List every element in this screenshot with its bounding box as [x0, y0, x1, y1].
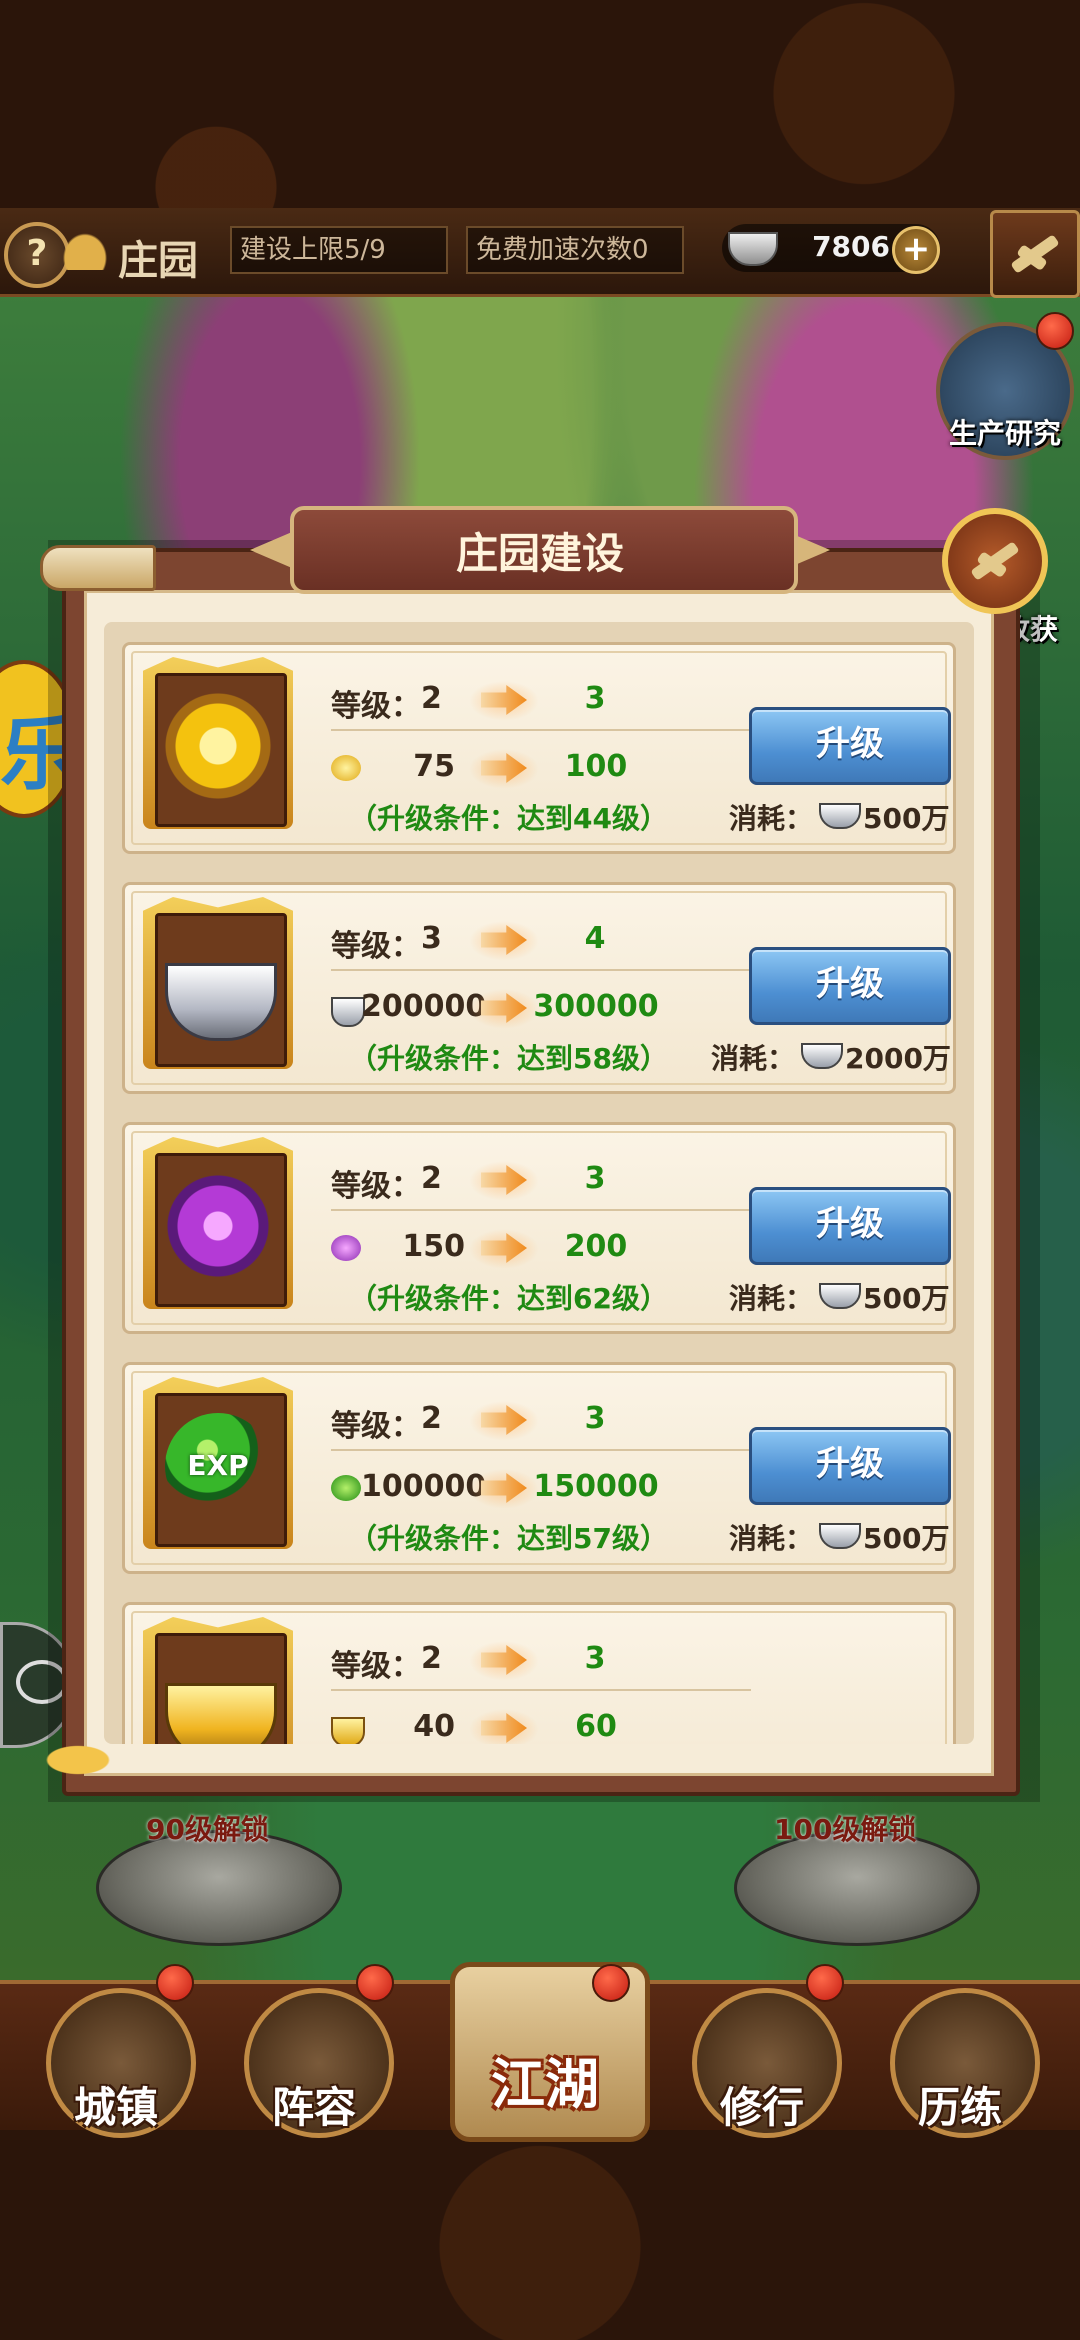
level-from: 2 — [421, 1641, 442, 1676]
cost-value: 500万 — [863, 1282, 950, 1315]
upgrade-button[interactable]: 升级 — [749, 1187, 951, 1265]
exp-orb-icon — [331, 1475, 361, 1501]
level-from: 3 — [421, 921, 442, 956]
level-to: 3 — [584, 681, 606, 716]
divider — [331, 1209, 751, 1211]
cost-label: 消耗： — [729, 1282, 814, 1315]
exit-button[interactable] — [990, 210, 1080, 298]
divider — [331, 1449, 751, 1451]
level-label: 等级： — [331, 1169, 421, 1204]
cost-value: 500万 — [863, 1522, 950, 1555]
hat-icon — [60, 230, 110, 270]
cost-label: 消耗： — [711, 1042, 796, 1075]
building-card-3: 等级： 2 3 150 200 （升级条件：达到62级） 升级 消耗： 500万 — [122, 1122, 956, 1334]
practice-notification-dot — [806, 1964, 844, 2002]
frame-corner-ornament — [40, 545, 156, 591]
building-card-2: 等级： 3 4 200000 300000 （升级条件：达到58级） 升级 消耗… — [122, 882, 956, 1094]
lock-label-left: 90级解锁 — [146, 1813, 269, 1846]
level-to: 3 — [584, 1161, 606, 1196]
level-label: 等级： — [331, 1409, 421, 1444]
nav-town-label: 城镇 — [73, 2083, 158, 2132]
divider — [331, 1689, 751, 1691]
town-notification-dot — [156, 1964, 194, 2002]
exp-orb-label: EXP — [187, 1449, 249, 1482]
purple-crystal-icon — [331, 1235, 361, 1261]
silver-ingot-icon — [819, 1523, 861, 1549]
value-from: 75 — [413, 749, 455, 784]
gold-ingot-icon — [331, 1717, 365, 1744]
research-notification-dot — [1036, 312, 1074, 350]
upgrade-condition: （升级条件：达到44级） — [349, 802, 668, 835]
cost-value: 2000万 — [845, 1042, 951, 1075]
level-to: 3 — [584, 1401, 606, 1436]
building-card-1: 等级： 2 3 75 100 （升级条件：达到44级） 升级 消耗： 500万 — [122, 642, 956, 854]
jianghu-notification-dot — [592, 1964, 630, 2002]
gold-spirit-icon — [331, 755, 361, 781]
value-to: 200 — [564, 1229, 628, 1264]
building-card-4: EXP 等级： 2 3 100000 150000 （升级条件：达到57级） 升… — [122, 1362, 956, 1574]
nav-lineup-label: 阵容 — [271, 2083, 356, 2132]
cost-label: 消耗： — [729, 802, 814, 835]
value-from: 100000 — [361, 1469, 487, 1504]
building-card-5: 等级： 2 3 40 60 — [122, 1602, 956, 1744]
value-from: 150 — [402, 1229, 465, 1264]
page-title: 庄园 — [118, 238, 198, 284]
value-to: 100 — [564, 749, 628, 784]
dialog-close-button[interactable] — [942, 508, 1048, 614]
value-to: 300000 — [533, 989, 659, 1024]
research-label: 生产研究 — [948, 417, 1061, 450]
frame-cloud-ornament — [34, 1730, 144, 1780]
level-label: 等级： — [331, 689, 421, 724]
value-from: 40 — [413, 1709, 455, 1744]
divider — [331, 969, 751, 971]
purple-crystal-icon — [165, 1173, 271, 1279]
silver-amount: 7806 — [812, 230, 890, 263]
level-from: 2 — [421, 1401, 442, 1436]
build-limit: 建设上限5/9 — [230, 226, 448, 274]
level-label: 等级： — [331, 929, 421, 964]
dialog-title: 庄园建设 — [455, 529, 624, 578]
upgrade-condition: （升级条件：达到58级） — [349, 1042, 668, 1075]
value-to: 60 — [575, 1709, 617, 1744]
silver-ingot-icon — [331, 997, 365, 1027]
add-silver-button[interactable]: + — [892, 226, 940, 274]
silver-ingot-icon — [819, 803, 861, 829]
level-to: 4 — [584, 921, 606, 956]
upgrade-button[interactable]: 升级 — [749, 1427, 951, 1505]
nav-practice-label: 修行 — [719, 2083, 804, 2132]
value-from: 200000 — [361, 989, 487, 1024]
cost-value: 500万 — [863, 802, 950, 835]
upgrade-button[interactable]: 升级 — [749, 707, 951, 785]
lock-label-right: 100级解锁 — [774, 1813, 917, 1846]
nav-jianghu-label: 江湖 — [491, 2053, 599, 2116]
gold-ingot-icon — [165, 1683, 277, 1744]
level-from: 2 — [421, 681, 442, 716]
level-from: 2 — [421, 1161, 442, 1196]
lineup-notification-dot — [356, 1964, 394, 2002]
divider — [331, 729, 751, 731]
value-to: 150000 — [533, 1469, 659, 1504]
upgrade-condition: （升级条件：达到62级） — [349, 1282, 668, 1315]
level-label: 等级： — [331, 1649, 421, 1684]
nav-training-label: 历练 — [917, 2083, 1002, 2132]
upgrade-button[interactable]: 升级 — [749, 947, 951, 1025]
upgrade-condition: （升级条件：达到57级） — [349, 1522, 668, 1555]
free-speedups: 免费加速次数0 — [466, 226, 684, 274]
silver-ingot-icon — [801, 1043, 843, 1069]
gold-spirit-icon — [165, 693, 271, 799]
cost-label: 消耗： — [729, 1522, 814, 1555]
silver-ingot-icon — [819, 1283, 861, 1309]
level-to: 3 — [584, 1641, 606, 1676]
building-list[interactable]: 等级： 2 3 75 100 （升级条件：达到44级） 升级 消耗： 500万 … — [104, 622, 974, 1744]
